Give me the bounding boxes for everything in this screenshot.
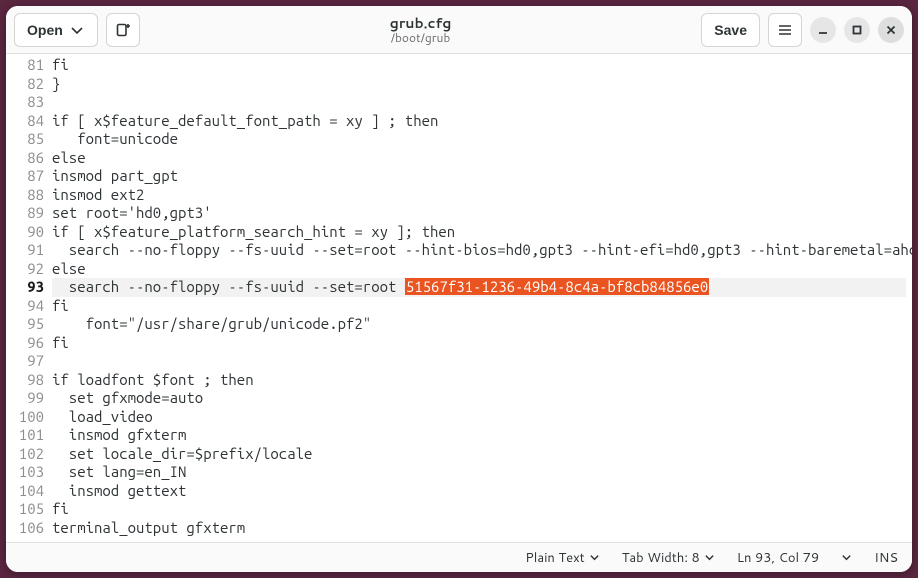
code-line[interactable]: terminal_output gfxterm [52,519,906,538]
syntax-mode-label: Plain Text [525,549,584,567]
save-button[interactable]: Save [701,13,760,47]
code-area[interactable]: fi} if [ x$feature_default_font_path = xy… [50,54,912,542]
code-line[interactable]: insmod ext2 [52,186,906,205]
line-number: 82 [6,75,44,94]
title-area: grub.cfg /boot/grub [148,15,694,45]
line-number: 101 [6,426,44,445]
close-icon [885,24,897,36]
code-line[interactable]: if loadfont $font ; then [52,371,906,390]
line-number: 96 [6,334,44,353]
chevron-down-icon [841,552,852,563]
new-tab-icon [115,22,131,38]
line-number: 88 [6,186,44,205]
code-line[interactable]: search --no-floppy --fs-uuid --set=root … [52,241,906,260]
insert-mode-label: INS [874,549,898,567]
line-number: 87 [6,167,44,186]
code-line[interactable] [52,352,906,371]
code-line[interactable]: insmod gfxterm [52,426,906,445]
window-minimize-button[interactable] [810,17,836,43]
line-number: 104 [6,482,44,501]
code-line[interactable]: if [ x$feature_platform_search_hint = xy… [52,223,906,242]
code-text: search --no-floppy --fs-uuid --set=root [52,278,405,295]
save-button-label: Save [714,22,747,38]
minimize-icon [817,24,829,36]
line-number: 99 [6,389,44,408]
document-subtitle: /boot/grub [391,31,451,45]
maximize-icon [851,24,863,36]
line-number: 94 [6,297,44,316]
line-number: 97 [6,352,44,371]
line-number: 85 [6,130,44,149]
code-line[interactable]: load_video [52,408,906,427]
code-line[interactable]: } [52,75,906,94]
line-number: 100 [6,408,44,427]
header-bar: Open grub.cfg /boot/grub Save [6,6,912,54]
code-line[interactable]: set gfxmode=auto [52,389,906,408]
code-line[interactable]: if [ x$feature_default_font_path = xy ] … [52,112,906,131]
line-number: 90 [6,223,44,242]
line-number: 98 [6,371,44,390]
hamburger-icon [777,22,793,38]
line-number: 102 [6,445,44,464]
code-line[interactable]: fi [52,334,906,353]
code-line[interactable]: set lang=en_IN [52,463,906,482]
window-maximize-button[interactable] [844,17,870,43]
window-close-button[interactable] [878,17,904,43]
open-button-label: Open [27,22,63,38]
line-number: 81 [6,56,44,75]
line-number: 103 [6,463,44,482]
code-line[interactable]: fi [52,56,906,75]
chevron-down-icon [589,552,600,563]
syntax-mode-selector[interactable]: Plain Text [525,549,599,567]
line-number: 89 [6,204,44,223]
chevron-down-icon [69,22,85,38]
cursor-position-label: Ln 93, Col 79 [737,549,819,567]
line-number: 91 [6,241,44,260]
insert-mode-indicator: INS [874,549,898,567]
search-match-highlight: 51567f31-1236-49b4-8c4a-bf8cb84856e0 [405,278,709,295]
code-line[interactable]: insmod gettext [52,482,906,501]
code-line[interactable]: else [52,149,906,168]
tab-width-selector[interactable]: Tab Width: 8 [622,549,715,567]
line-number: 106 [6,519,44,538]
line-number: 83 [6,93,44,112]
sidebar-toggle-button[interactable] [841,552,852,563]
text-editor[interactable]: 8182838485868788899091929394959697989910… [6,54,912,542]
cursor-position: Ln 93, Col 79 [737,549,819,567]
open-button[interactable]: Open [14,13,98,47]
chevron-down-icon [704,552,715,563]
code-line[interactable]: set root='hd0,gpt3' [52,204,906,223]
line-number: 84 [6,112,44,131]
code-line[interactable]: font="/usr/share/grub/unicode.pf2" [52,315,906,334]
line-number: 105 [6,500,44,519]
code-line[interactable] [52,93,906,112]
code-line[interactable]: fi [52,297,906,316]
line-number: 93 [6,278,44,297]
status-bar: Plain Text Tab Width: 8 Ln 93, Col 79 IN… [6,542,912,572]
code-line[interactable]: insmod part_gpt [52,167,906,186]
app-window: Open grub.cfg /boot/grub Save [6,6,912,572]
code-line[interactable]: fi [52,500,906,519]
code-line[interactable]: font=unicode [52,130,906,149]
line-number-gutter: 8182838485868788899091929394959697989910… [6,54,50,542]
new-tab-button[interactable] [106,13,140,47]
code-line[interactable]: set locale_dir=$prefix/locale [52,445,906,464]
line-number: 86 [6,149,44,168]
code-line[interactable]: else [52,260,906,279]
hamburger-menu-button[interactable] [768,13,802,47]
code-line[interactable]: search --no-floppy --fs-uuid --set=root … [52,278,906,297]
line-number: 95 [6,315,44,334]
line-number: 92 [6,260,44,279]
tab-width-label: Tab Width: 8 [622,549,700,567]
